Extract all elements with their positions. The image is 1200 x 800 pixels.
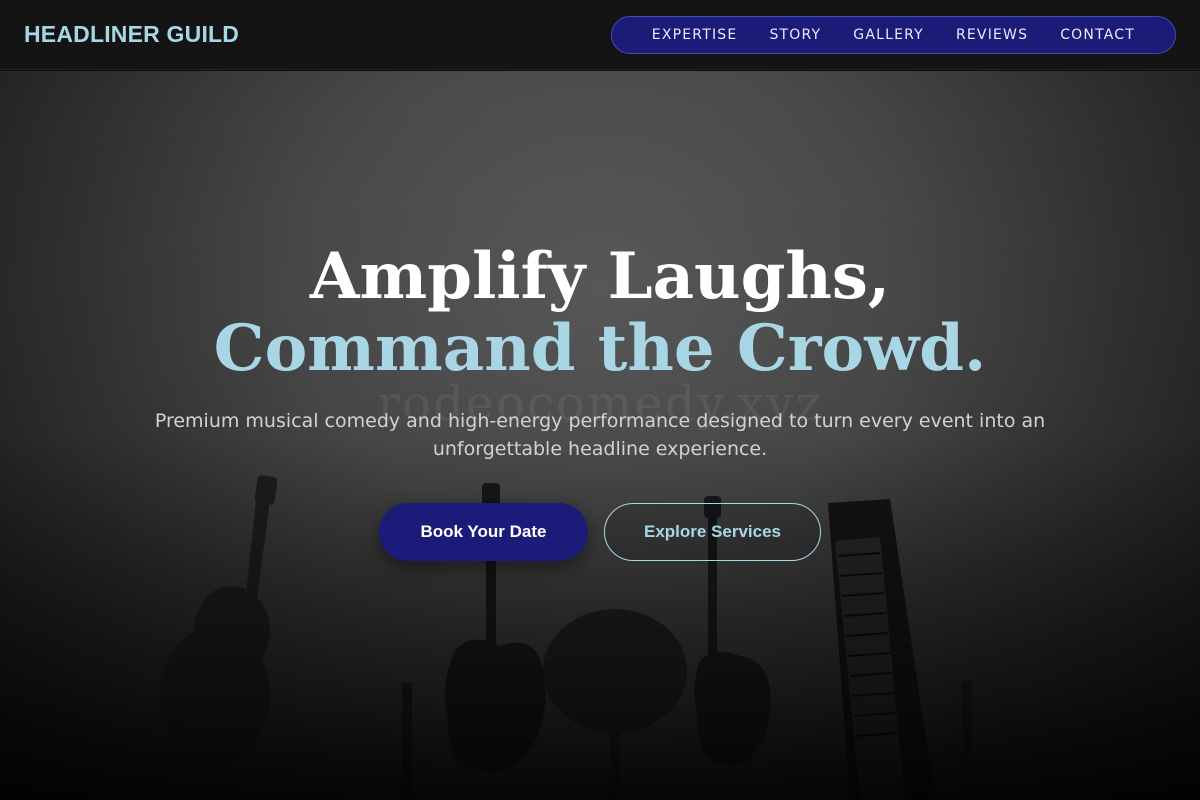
nav-item-gallery[interactable]: GALLERY (837, 27, 940, 43)
book-your-date-button[interactable]: Book Your Date (379, 503, 588, 561)
logo[interactable]: HEADLINER GUILD (24, 21, 239, 48)
main-nav: EXPERTISE STORY GALLERY REVIEWS CONTACT (610, 15, 1176, 54)
nav-item-contact[interactable]: CONTACT (1044, 27, 1151, 43)
nav-item-story[interactable]: STORY (753, 27, 837, 43)
headline-line-1: Amplify Laughs, (309, 239, 891, 314)
hero-subtitle: Premium musical comedy and high-energy p… (154, 410, 1046, 460)
hero-section: rodeocomedy.xyz Amplify Laughs, Command … (0, 71, 1200, 800)
nav-item-expertise[interactable]: EXPERTISE (636, 27, 754, 43)
headline-line-2: Command the Crowd. (213, 311, 987, 386)
site-header: HEADLINER GUILD EXPERTISE STORY GALLERY … (0, 0, 1200, 70)
nav-item-reviews[interactable]: REVIEWS (940, 27, 1044, 43)
explore-services-button[interactable]: Explore Services (604, 503, 821, 561)
hero-headline: Amplify Laughs, Command the Crowd. (0, 241, 1200, 385)
